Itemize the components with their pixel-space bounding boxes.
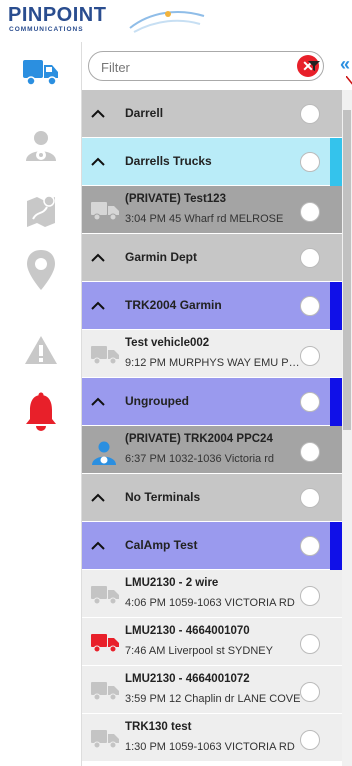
vehicle-name: TRK130 test: [125, 721, 192, 733]
vehicle-name: (PRIVATE) TRK2004 PPC24: [125, 433, 273, 445]
pointer-annotation: [346, 76, 352, 85]
logo-swoosh-icon: [129, 11, 205, 33]
group-select-radio[interactable]: [300, 152, 320, 172]
vehicle-status: 6:37 PM 1032-1036 Victoria rd: [125, 453, 274, 465]
location-pin-icon: [27, 250, 55, 290]
vehicle-status: 4:06 PM 1059-1063 VICTORIA RD: [125, 597, 295, 609]
group-title: Garmin Dept: [125, 250, 198, 264]
vehicle-select-radio[interactable]: [300, 634, 320, 654]
brand-logo: PINPOINT COMMUNICATIONS: [8, 4, 106, 34]
group-title: Darrell: [125, 106, 164, 120]
group-row[interactable]: TRK2004 Garmin: [82, 282, 342, 330]
chevron-up-icon[interactable]: [90, 154, 106, 170]
filter-bar: ✕ «: [82, 42, 352, 88]
chevron-up-icon[interactable]: [90, 106, 106, 122]
group-select-radio[interactable]: [300, 488, 320, 508]
filter-field: ✕: [88, 51, 324, 81]
vehicle-status: 3:04 PM 45 Wharf rd MELROSE: [125, 213, 284, 225]
vehicle-name: LMU2130 - 2 wire: [125, 577, 219, 589]
driver-icon: [92, 441, 116, 465]
group-color-marker: [330, 138, 342, 186]
vehicle-name: LMU2130 - 4664001070: [125, 625, 250, 637]
vehicle-status: 1:30 PM 1059-1063 VICTORIA RD: [125, 741, 295, 753]
vehicle-name: LMU2130 - 4664001072: [125, 673, 250, 685]
map-route-icon: [27, 195, 55, 227]
chevron-up-icon[interactable]: [90, 298, 106, 314]
group-row[interactable]: Ungrouped: [82, 378, 342, 426]
group-row[interactable]: No Terminals: [82, 474, 342, 522]
brand-subtitle: COMMUNICATIONS: [9, 26, 84, 33]
list-scrollbar[interactable]: [342, 90, 352, 766]
vehicle-row[interactable]: LMU2130 - 4664001072 3:59 PM 12 Chaplin …: [82, 666, 342, 714]
vehicle-row[interactable]: LMU2130 - 4664001070 7:46 AM Liverpool s…: [82, 618, 342, 666]
group-color-marker: [330, 522, 342, 570]
vehicle-row[interactable]: (PRIVATE) TRK2004 PPC24 6:37 PM 1032-103…: [82, 426, 342, 474]
truck-icon: [91, 586, 119, 605]
truck-icon: [91, 730, 119, 749]
vehicle-status: 7:46 AM Liverpool st SYDNEY: [125, 645, 273, 657]
vehicle-select-radio[interactable]: [300, 442, 320, 462]
group-row[interactable]: Garmin Dept: [82, 234, 342, 282]
nav-notifications[interactable]: [0, 384, 82, 440]
group-title: Ungrouped: [125, 394, 189, 408]
app-header: PINPOINT COMMUNICATIONS: [0, 0, 352, 42]
vehicle-status: 3:59 PM 12 Chaplin dr LANE COVE: [125, 693, 301, 705]
sidebar-nav: [0, 42, 82, 766]
funnel-icon: [308, 61, 320, 71]
group-color-marker: [330, 282, 342, 330]
group-title: Darrells Trucks: [125, 154, 212, 168]
bell-icon: [26, 392, 56, 431]
nav-drivers[interactable]: [0, 118, 82, 174]
group-select-radio[interactable]: [300, 536, 320, 556]
group-row[interactable]: Darrells Trucks: [82, 138, 342, 186]
chevron-up-icon[interactable]: [90, 490, 106, 506]
group-select-radio[interactable]: [300, 392, 320, 412]
vehicle-status: 9:12 PM MURPHYS WAY EMU PLAINS: [125, 357, 301, 369]
vehicle-name: Test vehicle002: [125, 337, 210, 349]
truck-icon: [23, 60, 58, 86]
vehicle-select-radio[interactable]: [300, 730, 320, 750]
vehicle-row[interactable]: TRK130 test 1:30 PM 1059-1063 VICTORIA R…: [82, 714, 342, 762]
nav-routes[interactable]: [0, 182, 82, 238]
vehicle-row[interactable]: LMU2130 - 2 wire 4:06 PM 1059-1063 VICTO…: [82, 570, 342, 618]
vehicle-row[interactable]: (PRIVATE) Test123 3:04 PM 45 Wharf rd ME…: [82, 186, 342, 234]
driver-icon: [26, 131, 56, 161]
filter-options-button[interactable]: [304, 56, 324, 76]
warning-icon: [25, 336, 57, 364]
group-select-radio[interactable]: [300, 296, 320, 316]
truck-icon: [91, 346, 119, 365]
scrollbar-thumb[interactable]: [343, 110, 351, 430]
group-title: No Terminals: [125, 490, 201, 504]
group-row[interactable]: Darrell: [82, 90, 342, 138]
vehicle-group-list: Darrell Darrells Trucks (PRIVATE) Test12…: [82, 90, 342, 766]
group-color-marker: [330, 378, 342, 426]
group-row[interactable]: CalAmp Test: [82, 522, 342, 570]
vehicle-select-radio[interactable]: [300, 346, 320, 366]
vehicle-select-radio[interactable]: [300, 202, 320, 222]
vehicle-select-radio[interactable]: [300, 586, 320, 606]
nav-vehicles[interactable]: [0, 44, 82, 100]
truck-icon: [91, 202, 119, 221]
group-select-radio[interactable]: [300, 248, 320, 268]
nav-alerts[interactable]: [0, 322, 82, 378]
vehicle-select-radio[interactable]: [300, 682, 320, 702]
vehicle-row[interactable]: Test vehicle002 9:12 PM MURPHYS WAY EMU …: [82, 330, 342, 378]
truck-icon: [91, 682, 119, 701]
collapse-panel-button[interactable]: «: [340, 54, 350, 75]
vehicle-name: (PRIVATE) Test123: [125, 193, 226, 205]
brand-name: PINPOINT: [8, 4, 107, 26]
group-select-radio[interactable]: [300, 104, 320, 124]
chevron-up-icon[interactable]: [90, 394, 106, 410]
truck-icon: [91, 634, 119, 653]
chevron-up-icon[interactable]: [90, 538, 106, 554]
filter-input[interactable]: [101, 58, 261, 76]
chevron-up-icon[interactable]: [90, 250, 106, 266]
group-title: CalAmp Test: [125, 538, 198, 552]
group-title: TRK2004 Garmin: [125, 298, 222, 312]
nav-locations[interactable]: [0, 242, 82, 298]
